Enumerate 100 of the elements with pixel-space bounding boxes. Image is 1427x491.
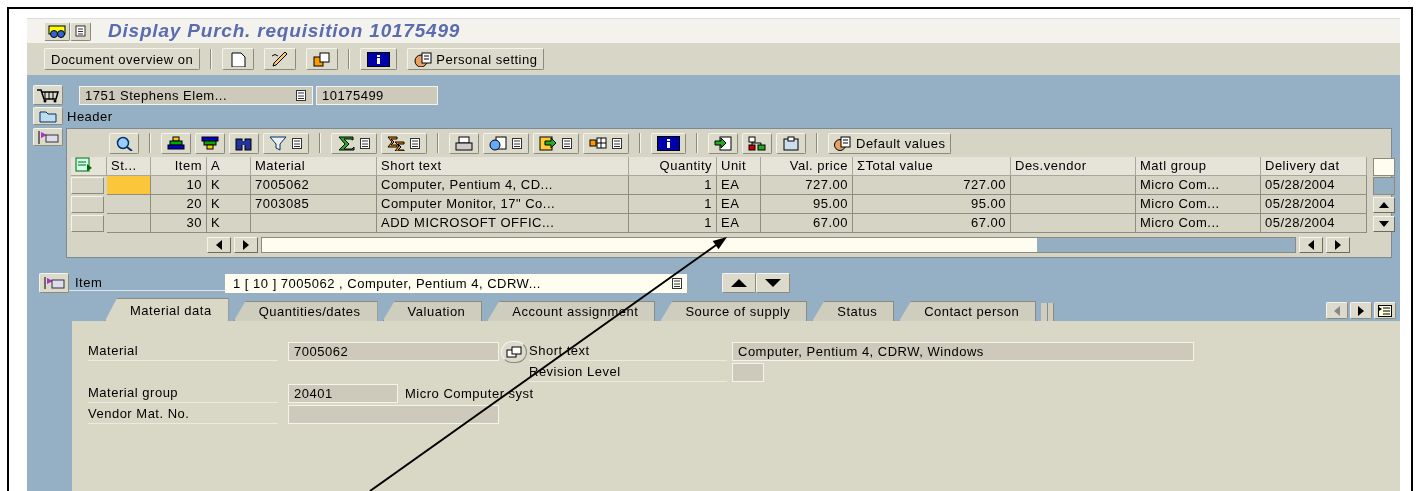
icon-button[interactable] [360, 48, 398, 70]
next-item-button[interactable] [756, 273, 790, 293]
row-selector[interactable] [71, 196, 104, 213]
item-selector-text: 1 [ 10 ] 7005062 , Computer, Pentium 4, CDRW... [233, 275, 541, 291]
column-header[interactable]: Short text [377, 157, 629, 176]
icon-button[interactable] [229, 132, 259, 154]
magnifier-icon [115, 135, 133, 151]
up-arrow-icon [731, 279, 747, 287]
icon-menu-button[interactable] [263, 132, 309, 154]
tab-scroll-right-button[interactable] [1350, 302, 1372, 319]
left-arrow-icon [1308, 240, 1314, 250]
table-cell: Micro Com... [1136, 214, 1261, 233]
hierarchy-icon [748, 135, 766, 151]
input-field[interactable]: 7005062 [288, 342, 499, 361]
table-cell: 05/28/2004 [1261, 195, 1367, 214]
tab-list-button[interactable] [1374, 302, 1396, 319]
tab[interactable]: Status [812, 301, 895, 321]
column-header[interactable]: Total value [865, 158, 934, 173]
previous-item-button[interactable] [722, 273, 756, 293]
row-selector[interactable] [71, 177, 104, 194]
table-cell: Micro Com... [1136, 195, 1261, 214]
item-selector[interactable]: 1 [ 10 ] 7005062 , Computer, Pentium 4, CDRW... [225, 273, 687, 293]
icon-button[interactable] [161, 132, 191, 154]
input-field[interactable]: Computer, Pentium 4, CDRW, Windows [732, 342, 1194, 361]
icon-button[interactable] [195, 132, 225, 154]
sigma-icon [337, 135, 355, 151]
icon-menu-button[interactable] [381, 132, 427, 154]
input-field[interactable]: 20401 [288, 384, 398, 403]
column-header[interactable]: Delivery dat [1261, 157, 1367, 176]
dropdown-icon [295, 88, 307, 102]
table-cell: 05/28/2004 [1261, 214, 1367, 233]
scroll-right-button[interactable] [1326, 237, 1350, 253]
toolbar-button[interactable]: Default values [828, 132, 952, 154]
scroll-right-button[interactable] [234, 237, 258, 253]
icon-button[interactable] [651, 132, 686, 154]
input-field[interactable] [732, 363, 764, 382]
scroll-down-button[interactable] [1373, 215, 1395, 232]
field-description: Micro Computer syst [405, 386, 534, 401]
scroll-up-button[interactable] [1373, 196, 1395, 213]
toolbar-button[interactable]: Document overview on [44, 48, 201, 70]
menu-button[interactable] [70, 21, 91, 41]
column-header[interactable]: Item [151, 157, 207, 176]
long-text-button[interactable] [501, 340, 527, 363]
column-header[interactable]: Quantity [629, 157, 717, 176]
icon-menu-button[interactable] [331, 132, 377, 154]
tab[interactable]: Contact person [899, 301, 1037, 321]
table-cell: ADD MICROSOFT OFFIC... [377, 214, 629, 233]
menu-icon [74, 24, 87, 38]
windows-icon [506, 345, 522, 358]
icon-button[interactable] [449, 132, 479, 154]
printer-icon [455, 135, 473, 151]
scrollbar-thumb[interactable] [262, 238, 1037, 252]
icon-menu-button[interactable] [533, 132, 579, 154]
icon-button[interactable] [109, 132, 139, 154]
folder-icon [38, 109, 58, 123]
icon-menu-button[interactable] [483, 132, 529, 154]
icon-menu-button[interactable] [583, 132, 629, 154]
field-label: Material [88, 342, 278, 361]
dropdown-icon [409, 136, 421, 150]
sum-symbol: Σ [857, 158, 866, 173]
table-cell: EA [717, 214, 761, 233]
icon-button[interactable] [44, 21, 70, 41]
collapse-icon [37, 130, 59, 144]
palette-icon [414, 51, 433, 67]
column-header[interactable]: A [207, 157, 251, 176]
scroll-left-button[interactable] [1299, 237, 1323, 253]
input-field[interactable] [288, 405, 499, 424]
column-header[interactable]: Unit [717, 157, 761, 176]
icon-button[interactable] [742, 132, 772, 154]
toolbar-button[interactable]: Personal setting [407, 48, 545, 70]
icon-button[interactable] [306, 48, 339, 70]
expand-button[interactable] [39, 273, 69, 293]
layout-icon [589, 135, 607, 151]
table-cell: 20 [151, 195, 207, 214]
row-selector[interactable] [71, 215, 104, 232]
column-header[interactable]: Val. price [761, 157, 853, 176]
import-icon [714, 135, 732, 151]
column-header[interactable]: St... [107, 157, 151, 176]
field-label: Vendor Mat. No. [88, 405, 278, 424]
icon-button[interactable] [33, 85, 63, 105]
scroll-left-button[interactable] [207, 237, 231, 253]
right-arrow-icon [1335, 240, 1341, 250]
table-cell: K [207, 176, 251, 195]
icon-button[interactable] [708, 132, 738, 154]
tab[interactable]: Valuation [382, 301, 483, 321]
column-header[interactable]: Material [251, 157, 377, 176]
table-cell: 05/28/2004 [1261, 176, 1367, 195]
dropdown-icon [611, 136, 623, 150]
tab[interactable]: Source of supply [660, 301, 808, 321]
expand-button[interactable] [33, 128, 63, 146]
icon-button[interactable] [264, 48, 297, 70]
tab[interactable]: Material data [105, 298, 229, 321]
select-all-icon[interactable] [75, 157, 93, 172]
tab[interactable]: Quantities/dates [233, 301, 378, 321]
column-header[interactable]: Des.vendor [1011, 157, 1136, 176]
table-cell: EA [717, 195, 761, 214]
column-header[interactable]: Matl group [1136, 157, 1261, 176]
organization-field[interactable]: 1751 Stephens Elem... [79, 85, 313, 105]
scrollbar-thumb[interactable] [1373, 176, 1395, 195]
table-cell: 67.00 [761, 214, 853, 233]
